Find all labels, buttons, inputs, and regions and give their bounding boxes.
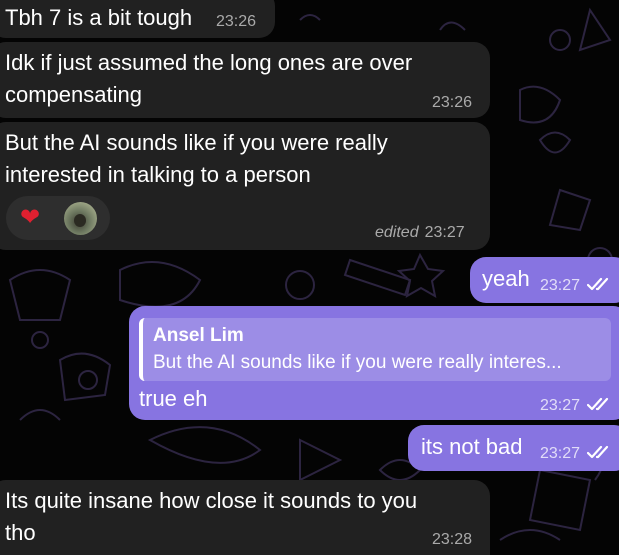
message-bubble-outgoing[interactable]: yeah 23:27 bbox=[470, 257, 619, 303]
message-text: its not bad bbox=[421, 434, 523, 459]
message-time: 23:26 bbox=[216, 13, 257, 30]
double-check-icon bbox=[586, 397, 608, 411]
message-bubble-outgoing[interactable]: Ansel Lim But the AI sounds like if you … bbox=[129, 306, 619, 420]
message-text: yeah bbox=[482, 266, 530, 291]
message-time: 23:27 bbox=[540, 277, 581, 294]
reply-preview[interactable]: Ansel Lim But the AI sounds like if you … bbox=[139, 318, 611, 381]
message-time-row: 23:27 bbox=[540, 445, 611, 463]
message-time: 23:27 bbox=[540, 397, 581, 414]
reactions-pill[interactable]: ❤ bbox=[6, 196, 110, 240]
message-bubble[interactable]: Its quite insane how close it sounds to … bbox=[0, 480, 490, 555]
message-text-line-2: interested in talking to a person bbox=[5, 162, 311, 187]
reply-sender-name: Ansel Lim bbox=[153, 325, 244, 346]
edited-label: edited bbox=[375, 224, 419, 241]
message-text-line-1: Its quite insane how close it sounds to … bbox=[5, 488, 418, 513]
message-bubble[interactable]: Idk if just assumed the long ones are ov… bbox=[0, 42, 490, 118]
message-text: true eh bbox=[139, 386, 208, 411]
double-check-icon bbox=[586, 277, 608, 291]
message-time-row: 23:27 bbox=[540, 277, 611, 295]
avatar-face bbox=[74, 214, 86, 227]
message-text-line-1: Idk if just assumed the long ones are ov… bbox=[5, 50, 413, 75]
reply-quoted-text: But the AI sounds like if you were reall… bbox=[153, 352, 562, 373]
message-time: 23:27 bbox=[540, 445, 581, 462]
message-time: 23:27 bbox=[424, 224, 465, 241]
message-text-line-2: compensating bbox=[5, 82, 142, 107]
message-text-line-1: But the AI sounds like if you were reall… bbox=[5, 130, 388, 155]
double-check-icon bbox=[586, 445, 608, 459]
message-bubble[interactable]: But the AI sounds like if you were reall… bbox=[0, 122, 490, 250]
message-time: 23:26 bbox=[432, 94, 473, 111]
heart-icon[interactable]: ❤ bbox=[20, 205, 40, 231]
chat-area[interactable]: Tbh 7 is a bit tough 23:26 Idk if just a… bbox=[0, 0, 619, 555]
message-time-row: 23:27 bbox=[540, 397, 611, 415]
message-bubble-outgoing[interactable]: its not bad 23:27 bbox=[408, 425, 619, 471]
message-text: Tbh 7 is a bit tough bbox=[5, 5, 193, 30]
message-time-row: edited 23:27 bbox=[375, 224, 465, 242]
message-text-line-2: tho bbox=[5, 520, 36, 545]
message-bubble[interactable]: Tbh 7 is a bit tough 23:26 bbox=[0, 0, 275, 38]
avatar-icon[interactable] bbox=[64, 202, 97, 235]
message-time: 23:28 bbox=[432, 531, 473, 548]
